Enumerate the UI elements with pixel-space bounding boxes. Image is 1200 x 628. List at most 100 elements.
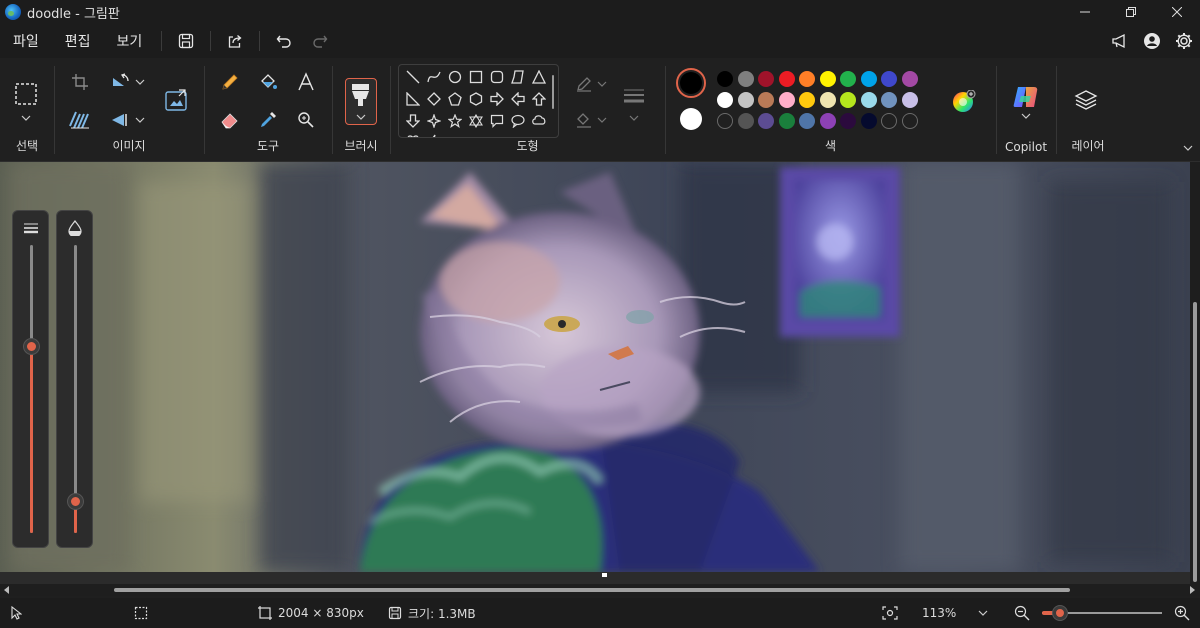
vertical-scroll-thumb[interactable] (1193, 302, 1197, 582)
shape-arrow-left[interactable] (508, 89, 528, 109)
select-tool-button[interactable] (10, 78, 42, 110)
color-swatch[interactable] (860, 71, 877, 87)
shape-rectangle[interactable] (466, 67, 486, 87)
drawing-canvas[interactable] (0, 162, 1190, 572)
color-swatch[interactable] (901, 92, 918, 108)
background-removal-button[interactable] (64, 104, 96, 136)
shape-polygon[interactable] (508, 67, 528, 87)
shape-outline-dropdown[interactable] (596, 78, 608, 90)
color-swatch[interactable] (737, 113, 754, 129)
color-swatch[interactable] (860, 92, 877, 108)
shapes-scrollbar[interactable] (552, 75, 554, 109)
ribbon-collapse-button[interactable] (1182, 142, 1194, 154)
horizontal-scrollbar[interactable] (0, 584, 1200, 596)
close-button[interactable] (1154, 0, 1200, 24)
color-swatch[interactable] (717, 71, 733, 87)
shape-callout-cloud[interactable] (529, 111, 549, 131)
shape-callout-rectangle[interactable] (487, 111, 507, 131)
shape-hexagon[interactable] (466, 89, 486, 109)
shape-right-triangle[interactable] (403, 89, 423, 109)
zoom-out-button[interactable] (1014, 598, 1030, 628)
canvas-resize-handle[interactable] (602, 573, 607, 577)
minimize-button[interactable] (1062, 0, 1108, 24)
color-swatch[interactable] (717, 92, 733, 108)
vertical-scrollbar[interactable] (1190, 162, 1200, 584)
opacity-thumb[interactable] (68, 494, 83, 510)
zoom-in-button[interactable] (1174, 598, 1190, 628)
color-swatch[interactable] (737, 92, 754, 108)
menu-file[interactable]: 파일 (0, 26, 52, 56)
color-swatch[interactable] (840, 71, 856, 87)
shape-star-five[interactable] (445, 111, 465, 131)
brush-button[interactable] (345, 78, 377, 125)
shape-fill-dropdown[interactable] (596, 114, 608, 126)
color-swatch[interactable] (778, 113, 795, 129)
shape-arrow-right[interactable] (487, 89, 507, 109)
color-swatch[interactable] (881, 92, 897, 108)
shape-line[interactable] (403, 67, 423, 87)
shape-curve[interactable] (424, 67, 444, 87)
color-swatch[interactable] (901, 113, 918, 129)
scroll-right-arrow-icon[interactable] (1188, 586, 1196, 594)
shape-callout-oval[interactable] (508, 111, 528, 131)
secondary-color-button[interactable] (680, 108, 702, 130)
flip-button[interactable] (104, 104, 136, 136)
copilot-dropdown[interactable] (1020, 110, 1032, 122)
line-width-button[interactable] (618, 80, 650, 112)
image-resize-button[interactable] (160, 84, 192, 116)
shape-star-four[interactable] (424, 111, 444, 131)
brush-size-thumb[interactable] (24, 338, 39, 354)
color-swatch[interactable] (737, 71, 754, 87)
color-swatch[interactable] (799, 92, 815, 108)
settings-button[interactable] (1168, 26, 1200, 56)
color-swatch[interactable] (799, 71, 815, 87)
pencil-tool-button[interactable] (214, 66, 246, 98)
shape-arrow-up[interactable] (529, 89, 549, 109)
flip-dropdown[interactable] (134, 114, 146, 126)
shape-triangle[interactable] (529, 67, 549, 87)
feedback-button[interactable] (1104, 26, 1136, 56)
save-button[interactable] (168, 26, 204, 56)
redo-button[interactable] (302, 26, 338, 56)
color-swatch[interactable] (881, 113, 897, 129)
copilot-button[interactable] (1012, 84, 1040, 112)
fit-to-window-button[interactable] (882, 598, 898, 628)
magnifier-button[interactable] (290, 104, 322, 136)
shape-rounded-rectangle[interactable] (487, 67, 507, 87)
select-dropdown[interactable] (20, 112, 32, 124)
shape-star-six[interactable] (466, 111, 486, 131)
restore-button[interactable] (1108, 0, 1154, 24)
color-swatch[interactable] (860, 113, 877, 129)
color-picker-button[interactable] (252, 104, 284, 136)
shape-lightning[interactable] (424, 131, 444, 137)
shape-arrow-down[interactable] (403, 111, 423, 131)
color-swatch[interactable] (819, 113, 836, 129)
color-swatch[interactable] (778, 71, 795, 87)
undo-button[interactable] (266, 26, 302, 56)
color-swatch[interactable] (799, 113, 815, 129)
text-tool-button[interactable] (290, 66, 322, 98)
fill-tool-button[interactable] (252, 66, 284, 98)
edit-colors-button[interactable] (952, 89, 976, 114)
primary-color-button[interactable] (676, 68, 706, 98)
shape-oval[interactable] (445, 67, 465, 87)
color-swatch[interactable] (901, 71, 918, 87)
menu-view[interactable]: 보기 (104, 26, 156, 56)
color-swatch[interactable] (840, 113, 856, 129)
opacity-track[interactable] (74, 245, 77, 533)
share-button[interactable] (217, 26, 253, 56)
color-swatch[interactable] (840, 92, 856, 108)
horizontal-scroll-thumb[interactable] (114, 588, 1070, 592)
color-swatch[interactable] (819, 92, 836, 108)
color-swatch[interactable] (758, 92, 774, 108)
shape-heart[interactable] (403, 131, 423, 137)
menu-edit[interactable]: 편집 (52, 26, 104, 56)
crop-button[interactable] (64, 66, 96, 98)
color-swatch[interactable] (778, 92, 795, 108)
zoom-slider-thumb[interactable] (1053, 606, 1067, 620)
rotate-button[interactable] (104, 66, 136, 98)
zoom-level-dropdown[interactable]: 113% (912, 602, 998, 624)
color-swatch[interactable] (717, 113, 733, 129)
shape-pentagon[interactable] (445, 89, 465, 109)
rotate-dropdown[interactable] (134, 76, 146, 88)
